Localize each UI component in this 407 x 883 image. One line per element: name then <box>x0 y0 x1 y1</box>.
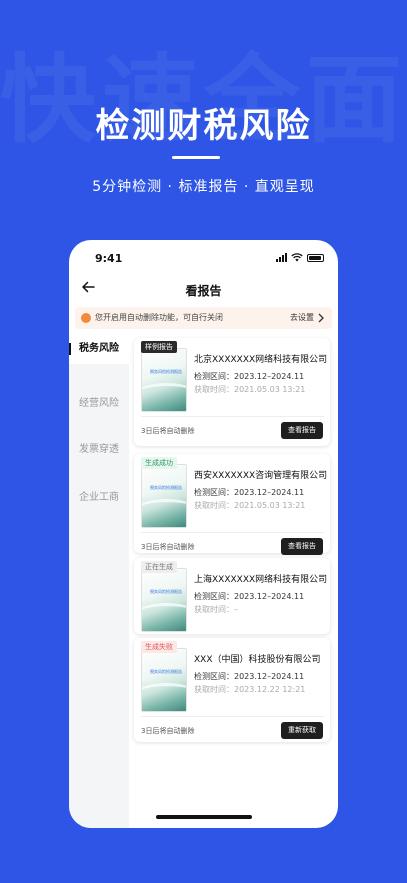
battery-icon <box>307 253 324 262</box>
sidebar-item-tax-risk[interactable]: 税务风险 <box>69 334 129 364</box>
detection-range: 检测区间：2023.12–2024.11 <box>194 372 305 381</box>
thumbnail-caption: 税务风险检测报告 <box>150 589 182 594</box>
sidebar-item-label: 企业工商 <box>79 492 119 503</box>
card-divider <box>141 532 324 533</box>
status-badge: 生成失败 <box>141 641 177 653</box>
status-bar: 9:41 <box>69 240 338 276</box>
report-thumbnail: 税务风险检测报告 <box>141 648 187 712</box>
status-badge: 正在生成 <box>141 561 177 573</box>
signal-icon <box>276 253 287 262</box>
detection-range: 检测区间：2023.12–2024.11 <box>194 672 305 681</box>
auto-delete-notice[interactable]: 您开启用自动删除功能，可自行关闭 去设置 <box>75 307 332 329</box>
sidebar-item-label: 经营风险 <box>79 398 119 409</box>
report-thumbnail: 税务风险检测报告 <box>141 348 187 412</box>
company-name: 西安XXXXXXX咨询管理有限公司 <box>194 471 328 481</box>
detection-range: 检测区间：2023.12–2024.11 <box>194 592 305 601</box>
location-pin-icon <box>81 313 91 323</box>
view-report-button[interactable]: 查看报告 <box>281 538 323 555</box>
card-divider <box>141 716 324 717</box>
report-card[interactable]: 税务风险检测报告 生成失败 XXX（中国）科技股份有限公司 检测区间：2023.… <box>134 638 330 742</box>
fetched-time: 获取时间：2023.12.22 12:21 <box>194 685 306 694</box>
auto-delete-note: 3日后将自动删除 <box>141 727 195 735</box>
hero-title: 检测财税风险 <box>95 106 312 146</box>
card-divider <box>141 416 324 417</box>
company-name: XXX（中国）科技股份有限公司 <box>194 655 321 665</box>
company-name: 北京XXXXXXX网络科技有限公司 <box>194 355 328 365</box>
thumbnail-caption: 税务风险检测报告 <box>150 485 182 490</box>
sidebar-item-label: 发票穿透 <box>79 444 119 455</box>
fetched-time: 获取时间：– <box>194 605 238 614</box>
detection-range: 检测区间：2023.12–2024.11 <box>194 488 305 497</box>
nav-bar: 看报告 <box>69 276 338 304</box>
status-time: 9:41 <box>95 252 123 265</box>
thumbnail-wave <box>142 499 186 527</box>
refetch-button[interactable]: 重新获取 <box>281 722 323 739</box>
report-card[interactable]: 税务风险检测报告 样例报告 北京XXXXXXX网络科技有限公司 检测区间：202… <box>134 338 330 446</box>
wifi-icon <box>291 253 303 262</box>
notice-text: 您开启用自动删除功能，可自行关闭 <box>95 313 223 322</box>
report-thumbnail: 税务风险检测报告 <box>141 568 187 632</box>
report-thumbnail: 税务风险检测报告 <box>141 464 187 528</box>
sidebar-item-label: 税务风险 <box>79 343 119 354</box>
home-indicator <box>156 815 252 819</box>
auto-delete-note: 3日后将自动删除 <box>141 543 195 551</box>
thumbnail-caption: 税务风险检测报告 <box>150 669 182 674</box>
fetched-time: 获取时间：2021.05.03 13:21 <box>194 385 306 394</box>
sidebar-item-invoice[interactable]: 发票穿透 <box>69 440 129 460</box>
chevron-right-icon <box>318 313 324 323</box>
report-card[interactable]: 税务风险检测报告 生成成功 西安XXXXXXX咨询管理有限公司 检测区间：202… <box>134 454 330 555</box>
thumbnail-wave <box>142 603 186 631</box>
auto-delete-note: 3日后将自动删除 <box>141 427 195 435</box>
sidebar-item-business-registry[interactable]: 企业工商 <box>69 488 129 508</box>
fetched-time: 获取时间：2021.05.03 13:21 <box>194 501 306 510</box>
hero-subtitle: 5分钟检测 · 标准报告 · 直观呈现 <box>92 179 315 195</box>
status-icons <box>276 253 324 262</box>
company-name: 上海XXXXXXX网络科技有限公司 <box>194 575 328 585</box>
view-report-button[interactable]: 查看报告 <box>281 422 323 439</box>
thumbnail-caption: 税务风险检测报告 <box>150 369 182 374</box>
page-title: 看报告 <box>185 284 222 298</box>
go-settings-link[interactable]: 去设置 <box>290 312 314 323</box>
hero-divider <box>172 156 220 159</box>
status-badge: 样例报告 <box>141 341 177 353</box>
active-indicator <box>69 343 71 355</box>
phone-mockup: 9:41 看报告 您开启用自动删除功能，可自行关闭 去设置 税务风险 经营风险 … <box>69 240 338 828</box>
thumbnail-wave <box>142 683 186 711</box>
thumbnail-wave <box>142 383 186 411</box>
sidebar-item-operating-risk[interactable]: 经营风险 <box>69 394 129 414</box>
status-badge: 生成成功 <box>141 457 177 469</box>
category-sidebar: 税务风险 经营风险 发票穿透 企业工商 <box>69 334 129 828</box>
report-card[interactable]: 税务风险检测报告 正在生成 上海XXXXXXX网络科技有限公司 检测区间：202… <box>134 558 330 634</box>
